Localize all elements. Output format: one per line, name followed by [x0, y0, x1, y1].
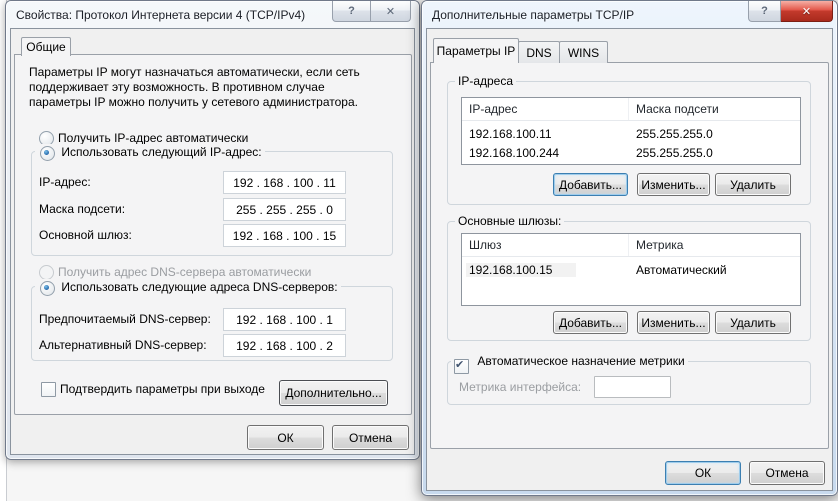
interface-metric-label: Метрика интерфейса:: [459, 380, 581, 394]
alternate-dns-label: Альтернативный DNS-сервер:: [39, 338, 207, 352]
header-metric[interactable]: Метрика: [629, 234, 800, 256]
ip-remove-button[interactable]: Удалить: [715, 173, 791, 196]
automatic-metric-caption: ✔ Автоматическое назначение метрики: [451, 354, 688, 374]
tab-general[interactable]: Общие: [21, 37, 71, 56]
group-gateways-caption: Основные шлюзы:: [455, 214, 564, 228]
radio-obtain-ip-auto-label: Получить IP-адрес автоматически: [58, 131, 248, 145]
close-button[interactable]: ✕: [371, 1, 411, 22]
group-ip-addresses-caption: IP-адреса: [455, 74, 516, 88]
table-row[interactable]: 192.168.100.11 255.255.255.0: [462, 124, 800, 143]
automatic-metric-checkbox[interactable]: ✔: [454, 359, 469, 374]
radio-obtain-dns-auto-label: Получить адрес DNS-сервера автоматически: [58, 265, 311, 279]
tab-wins[interactable]: WINS: [559, 41, 608, 63]
ip-edit-button[interactable]: Изменить...: [637, 173, 710, 196]
cancel-button[interactable]: Отмена: [749, 461, 825, 485]
desktop: Свойства: Протокол Интернета версии 4 (T…: [0, 0, 838, 501]
table-row[interactable]: 192.168.100.244 255.255.255.0: [462, 143, 800, 162]
radio-use-ip[interactable]: [40, 146, 55, 161]
alternate-dns-field[interactable]: 192 . 168 . 100 . 2: [223, 334, 346, 357]
close-icon: ✕: [802, 5, 811, 18]
radio-obtain-dns-auto: [39, 265, 54, 280]
ip-add-button[interactable]: Добавить...: [553, 173, 628, 196]
radio-use-dns-caption: Использовать следующие адреса DNS-сервер…: [35, 279, 341, 294]
check-icon: ✔: [455, 359, 464, 371]
default-gateway-label: Основной шлюз:: [39, 228, 132, 242]
gateways-list: Шлюз Метрика 192.168.100.15 Автоматическ…: [461, 233, 801, 306]
help-button[interactable]: ?: [332, 1, 371, 22]
ok-button[interactable]: ОК: [247, 425, 324, 450]
ip-address-field[interactable]: 192 . 168 . 100 . 11: [223, 171, 346, 194]
window-title: Дополнительные параметры TCP/IP: [432, 8, 634, 22]
help-icon: ?: [348, 5, 355, 17]
intro-text: Параметры IP могут назначаться автоматич…: [29, 65, 387, 110]
close-button[interactable]: ✕: [781, 1, 833, 22]
header-subnet-mask[interactable]: Маска подсети: [629, 98, 800, 120]
tab-dns[interactable]: DNS: [518, 41, 560, 63]
list-header: IP-адрес Маска подсети: [462, 98, 800, 121]
advanced-tcpip-dialog: Дополнительные параметры TCP/IP ? ✕ Пара…: [421, 0, 838, 496]
radio-use-ip-label: Использовать следующий IP-адрес:: [61, 145, 261, 159]
table-row[interactable]: 192.168.100.15 Автоматический: [462, 260, 800, 279]
gateway-add-button[interactable]: Добавить...: [553, 311, 628, 334]
automatic-metric-label: Автоматическое назначение метрики: [477, 354, 684, 368]
radio-use-dns[interactable]: [40, 281, 55, 296]
radio-use-dns-label: Использовать следующие адреса DNS-сервер…: [61, 280, 337, 294]
ipv4-properties-dialog: Свойства: Протокол Интернета версии 4 (T…: [5, 0, 420, 460]
header-ip-address[interactable]: IP-адрес: [462, 98, 629, 120]
header-gateway[interactable]: Шлюз: [462, 234, 629, 256]
subnet-mask-field[interactable]: 255 . 255 . 255 . 0: [223, 198, 346, 221]
tab-ip-settings[interactable]: Параметры IP: [433, 38, 519, 63]
default-gateway-field[interactable]: 192 . 168 . 100 . 15: [223, 224, 346, 247]
gateway-remove-button[interactable]: Удалить: [715, 311, 791, 334]
radio-use-ip-caption: Использовать следующий IP-адрес:: [35, 144, 265, 159]
preferred-dns-label: Предпочитаемый DNS-сервер:: [39, 312, 211, 326]
ok-button[interactable]: ОК: [665, 461, 741, 485]
advanced-button[interactable]: Дополнительно...: [279, 380, 388, 406]
window-title: Свойства: Протокол Интернета версии 4 (T…: [16, 8, 305, 22]
ip-address-label: IP-адрес:: [39, 175, 91, 189]
interface-metric-input: [594, 376, 671, 398]
cancel-button[interactable]: Отмена: [332, 425, 409, 450]
ip-addresses-list: IP-адрес Маска подсети 192.168.100.11 25…: [461, 97, 801, 165]
preferred-dns-field[interactable]: 192 . 168 . 100 . 1: [223, 308, 346, 331]
validate-settings-checkbox[interactable]: [41, 382, 56, 397]
help-icon: ?: [761, 5, 768, 17]
close-icon: ✕: [386, 5, 395, 18]
subnet-mask-label: Маска подсети:: [39, 202, 125, 216]
list-header: Шлюз Метрика: [462, 234, 800, 257]
help-button[interactable]: ?: [748, 1, 781, 22]
gateway-edit-button[interactable]: Изменить...: [637, 311, 710, 334]
validate-settings-label: Подтвердить параметры при выходе: [60, 382, 265, 396]
